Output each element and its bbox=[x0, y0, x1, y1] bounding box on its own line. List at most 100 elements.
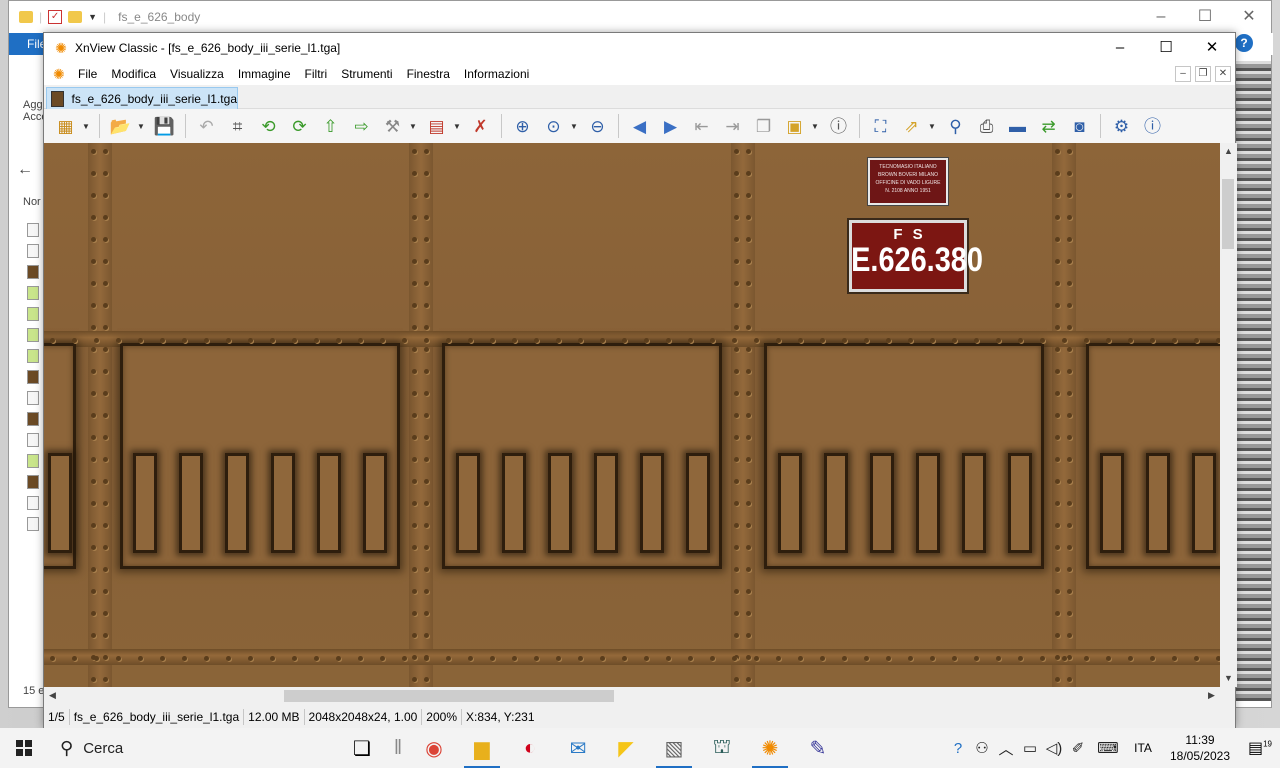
xnview-app-icon[interactable]: ✺ bbox=[53, 41, 69, 55]
chevron-down-icon[interactable]: ▼ bbox=[452, 122, 462, 131]
mdi-minimize-button[interactable]: – bbox=[1175, 66, 1191, 82]
maximize-button[interactable]: ☐ bbox=[1143, 33, 1189, 63]
search-icon[interactable]: ⚲ bbox=[943, 113, 969, 139]
menu-informazioni[interactable]: Informazioni bbox=[457, 63, 536, 85]
chevron-down-icon[interactable]: ▼ bbox=[569, 122, 579, 131]
file-explorer-icon[interactable]: ▆ bbox=[458, 728, 506, 768]
chevron-down-icon[interactable]: ▼ bbox=[81, 122, 91, 131]
scan-icon[interactable]: ▬ bbox=[1005, 113, 1031, 139]
clock[interactable]: 11:39 18/05/2023 bbox=[1160, 732, 1240, 764]
thunderbird-icon[interactable]: ✉ bbox=[554, 728, 602, 768]
up-icon[interactable]: ⇧ bbox=[318, 113, 344, 139]
file-icon[interactable] bbox=[27, 244, 39, 258]
mdi-close-button[interactable]: ✕ bbox=[1215, 66, 1231, 82]
start-button[interactable] bbox=[0, 728, 48, 768]
horizontal-scroll-thumb[interactable] bbox=[284, 690, 614, 702]
save-icon[interactable]: 💾 bbox=[152, 113, 178, 139]
volume-icon[interactable]: ◁) bbox=[1042, 739, 1066, 757]
browser-icon[interactable]: ▦ bbox=[53, 113, 79, 139]
rotate-right-icon[interactable]: ⟳ bbox=[287, 113, 313, 139]
settings-icon[interactable]: ⚙ bbox=[1109, 113, 1135, 139]
slideshow-icon[interactable]: ▣ bbox=[782, 113, 808, 139]
edit-file-icon[interactable] bbox=[27, 286, 39, 300]
scroll-down-icon[interactable]: ▼ bbox=[1220, 670, 1237, 687]
next-icon[interactable]: ▶ bbox=[658, 113, 684, 139]
game-icon[interactable]: ⛫ bbox=[698, 728, 746, 768]
image-file-icon[interactable] bbox=[27, 475, 39, 489]
file-icon[interactable] bbox=[27, 517, 39, 531]
xnview-taskbar-icon[interactable]: ✺ bbox=[746, 728, 794, 768]
taskbar-search[interactable]: ⚲ Cerca bbox=[48, 728, 338, 768]
crop-icon[interactable]: ⌗ bbox=[225, 113, 251, 139]
zoom-in-icon[interactable]: ⊕ bbox=[510, 113, 536, 139]
language-indicator[interactable]: ITA bbox=[1126, 741, 1160, 755]
chevron-down-icon[interactable]: ▼ bbox=[88, 12, 97, 22]
menu-modifica[interactable]: Modifica bbox=[104, 63, 163, 85]
image-file-icon[interactable] bbox=[27, 265, 39, 279]
image-file-icon[interactable] bbox=[27, 370, 39, 384]
menu-finestra[interactable]: Finestra bbox=[400, 63, 457, 85]
vertical-scroll-thumb[interactable] bbox=[1222, 179, 1234, 249]
file-icon[interactable] bbox=[27, 496, 39, 510]
edit-file-icon[interactable] bbox=[27, 454, 39, 468]
explorer-maximize-button[interactable]: ☐ bbox=[1195, 7, 1215, 27]
palette-icon[interactable]: ▤ bbox=[424, 113, 450, 139]
task-view-icon[interactable]: ❏ bbox=[338, 728, 386, 768]
column-header-name[interactable]: Nor bbox=[23, 196, 41, 208]
people-icon[interactable]: ⚇ bbox=[970, 739, 994, 757]
menu-immagine[interactable]: Immagine bbox=[231, 63, 298, 85]
chevron-down-icon[interactable]: ▼ bbox=[136, 122, 146, 131]
xnview-titlebar[interactable]: ✺ XnView Classic - [fs_e_626_body_iii_se… bbox=[44, 33, 1235, 63]
image-app-icon[interactable]: ▧ bbox=[650, 728, 698, 768]
menu-filtri[interactable]: Filtri bbox=[298, 63, 335, 85]
menu-strumenti[interactable]: Strumenti bbox=[334, 63, 399, 85]
open-icon[interactable]: 📂 bbox=[108, 113, 134, 139]
capture-icon[interactable]: ◙ bbox=[1067, 113, 1093, 139]
chevron-up-icon[interactable]: ︿ bbox=[994, 738, 1018, 759]
network-icon[interactable]: ▭ bbox=[1018, 739, 1042, 757]
chevron-down-icon[interactable]: ▼ bbox=[408, 122, 418, 131]
help-tray-icon[interactable]: ? bbox=[946, 740, 970, 757]
undo-icon[interactable]: ↶ bbox=[194, 113, 220, 139]
first-icon[interactable]: ⇤ bbox=[689, 113, 715, 139]
pen-icon[interactable]: ✐ bbox=[1066, 739, 1090, 757]
chrome-icon[interactable]: ◉ bbox=[410, 728, 458, 768]
zoom-out-icon[interactable]: ⊖ bbox=[585, 113, 611, 139]
move-icon[interactable]: ⇨ bbox=[349, 113, 375, 139]
file-icon[interactable] bbox=[27, 391, 39, 405]
edit-file-icon[interactable] bbox=[27, 328, 39, 342]
editor-icon[interactable]: ✎ bbox=[794, 728, 842, 768]
close-button[interactable]: ✕ bbox=[1189, 33, 1235, 63]
notification-center-icon[interactable]: ▤19 bbox=[1240, 738, 1280, 758]
chevron-down-icon[interactable]: ▼ bbox=[810, 122, 820, 131]
mdi-restore-button[interactable]: ❐ bbox=[1195, 66, 1211, 82]
menu-file[interactable]: File bbox=[71, 63, 104, 85]
explorer-close-button[interactable]: ✕ bbox=[1239, 7, 1259, 27]
info-icon[interactable]: ⓘ bbox=[826, 113, 852, 139]
sticky-notes-icon[interactable]: ◤ bbox=[602, 728, 650, 768]
horizontal-scrollbar[interactable]: ◀ ▶ bbox=[44, 687, 1220, 704]
print-icon[interactable]: ⎙ bbox=[974, 113, 1000, 139]
export-icon[interactable]: ⇗ bbox=[899, 113, 925, 139]
effects-icon[interactable]: ✗ bbox=[468, 113, 494, 139]
document-icon[interactable]: ✺ bbox=[53, 66, 69, 83]
keyboard-icon[interactable]: ⌨ bbox=[1090, 739, 1126, 757]
image-file-icon[interactable] bbox=[27, 412, 39, 426]
zoom-fit-icon[interactable]: ⊙ bbox=[541, 113, 567, 139]
fullscreen-icon[interactable]: ⛶ bbox=[868, 113, 894, 139]
scroll-right-icon[interactable]: ▶ bbox=[1203, 687, 1220, 704]
back-arrow-icon[interactable]: ← bbox=[17, 161, 33, 179]
file-icon[interactable] bbox=[27, 433, 39, 447]
edit-file-icon[interactable] bbox=[27, 349, 39, 363]
convert-icon[interactable]: ⇄ bbox=[1036, 113, 1062, 139]
menu-visualizza[interactable]: Visualizza bbox=[163, 63, 231, 85]
ccleaner-icon[interactable]: ◐ bbox=[506, 728, 554, 768]
prev-icon[interactable]: ◀ bbox=[627, 113, 653, 139]
rotate-left-icon[interactable]: ⟲ bbox=[256, 113, 282, 139]
scroll-up-icon[interactable]: ▲ bbox=[1220, 143, 1237, 160]
tab-image[interactable]: fs_e_626_body_iii_serie_l1.tga bbox=[46, 87, 238, 109]
edit-file-icon[interactable] bbox=[27, 307, 39, 321]
new-folder-icon[interactable] bbox=[68, 11, 83, 23]
scroll-left-icon[interactable]: ◀ bbox=[44, 687, 61, 704]
about-icon[interactable]: ⓘ bbox=[1140, 113, 1166, 139]
